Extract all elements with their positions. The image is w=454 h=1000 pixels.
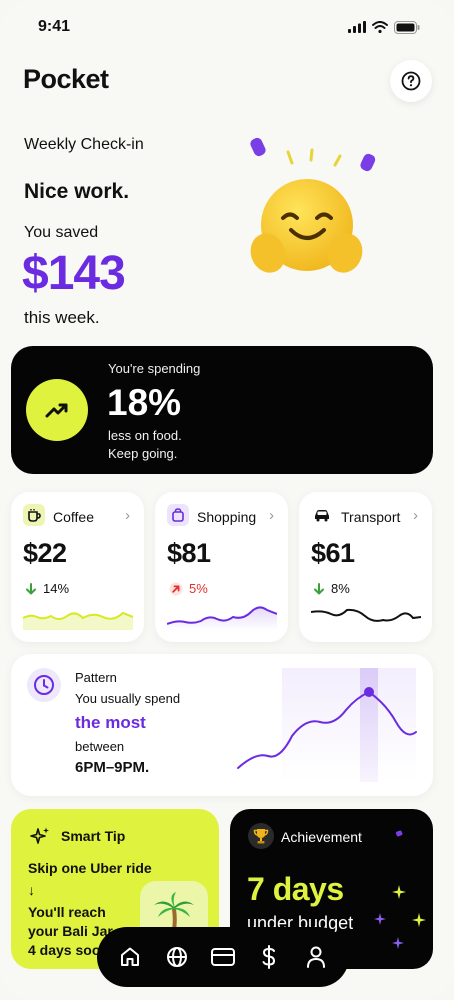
sparkles-icon [30, 827, 49, 844]
pattern-line-1: You usually spend [75, 691, 181, 706]
category-amount: $81 [167, 538, 211, 568]
question-icon [401, 71, 421, 91]
achievement-title: Achievement [281, 829, 362, 845]
arrow-down-icon [26, 582, 36, 594]
sparkle-icon [412, 913, 426, 927]
trophy-icon [248, 823, 274, 849]
help-button[interactable] [390, 60, 432, 102]
status-time: 9:41 [38, 18, 71, 35]
sparkle-icon [374, 913, 386, 925]
shopping-sparkline [167, 606, 277, 630]
confetti-icon [395, 830, 403, 837]
category-trend-value: 5% [189, 581, 208, 596]
chevron-right-icon: › [413, 507, 418, 524]
signal-icon [348, 21, 366, 33]
smiling-face-icon [250, 137, 376, 273]
pattern-card[interactable]: Pattern You usually spend the most betwe… [11, 654, 433, 796]
category-card-coffee[interactable]: Coffee › $22 14% [11, 492, 144, 642]
battery-icon [394, 20, 420, 34]
nav-cards[interactable] [203, 937, 243, 977]
spending-card[interactable]: You're spending 18% less on food. Keep g… [11, 346, 433, 474]
smart-tip-line-2: You'll reach [28, 904, 106, 920]
pattern-emphasis: the most [75, 713, 146, 732]
pattern-title: Pattern [75, 670, 117, 685]
status-bar: 9:41 [38, 16, 420, 38]
pattern-peak-point [364, 687, 374, 697]
category-card-shopping[interactable]: Shopping › $81 5% [155, 492, 288, 642]
car-icon [311, 504, 333, 526]
category-name: Transport [341, 509, 401, 525]
dollar-icon [262, 945, 276, 969]
spending-line-2: Keep going. [108, 446, 178, 461]
nav-money[interactable] [249, 937, 289, 977]
arrow-up-right-icon [169, 582, 183, 595]
category-name: Shopping [197, 509, 257, 525]
checkin-label: Weekly Check-in [24, 136, 144, 153]
saved-label: You saved [24, 224, 99, 241]
nav-home[interactable] [110, 937, 150, 977]
achievement-value: 7 days [247, 871, 344, 907]
category-trend-value: 14% [43, 581, 70, 596]
category-amount: $22 [23, 538, 67, 568]
card-icon [210, 948, 235, 966]
pattern-highlight [360, 668, 378, 782]
status-icons [348, 20, 420, 34]
transport-sparkline [311, 608, 421, 622]
nav-explore[interactable] [157, 937, 197, 977]
coffee-icon [23, 504, 45, 526]
checkin-headline: Nice work. [24, 180, 130, 203]
app-screen: 9:41 Pocket Weekly Check-in Nice work. Y… [0, 0, 454, 1000]
pattern-chart [237, 668, 417, 782]
smart-tip-title: Smart Tip [61, 828, 126, 844]
spending-percent: 18% [107, 382, 182, 423]
pattern-line-2: between [75, 739, 125, 754]
smart-tip-line-1: Skip one Uber ride [28, 860, 152, 876]
category-amount: $61 [311, 538, 355, 568]
arrow-down-icon [314, 582, 324, 594]
clock-icon [27, 668, 61, 702]
home-icon [121, 947, 140, 966]
category-name: Coffee [53, 509, 94, 525]
coffee-sparkline [23, 611, 133, 630]
category-trend-value: 8% [331, 581, 350, 596]
category-trend: 8% [313, 581, 350, 596]
app-title: Pocket [23, 64, 109, 94]
category-card-transport[interactable]: Transport › $61 8% [299, 492, 432, 642]
category-trend: 5% [169, 581, 208, 596]
trend-icon-badge [26, 379, 88, 441]
saved-amount: $143 [22, 247, 126, 300]
shopping-bag-icon [167, 504, 189, 526]
pattern-time-range: 6PM–9PM. [75, 759, 150, 776]
sparkle-icon [392, 885, 406, 899]
globe-icon [166, 947, 187, 967]
smart-tip-arrow: ↓ [28, 882, 35, 898]
trending-up-icon [45, 403, 68, 418]
wifi-icon [372, 21, 388, 33]
profile-icon [306, 946, 325, 968]
saved-period: this week. [24, 308, 100, 327]
spending-line-1: less on food. [108, 428, 182, 443]
spending-title: You're spending [108, 361, 201, 376]
chevron-right-icon: › [125, 507, 130, 524]
category-trend: 14% [25, 581, 69, 596]
sparkle-icon [392, 937, 404, 949]
chevron-right-icon: › [269, 507, 274, 524]
nav-profile[interactable] [296, 937, 336, 977]
spending-subtitle: less on food. Keep going. [108, 427, 182, 463]
bottom-nav [97, 927, 349, 987]
